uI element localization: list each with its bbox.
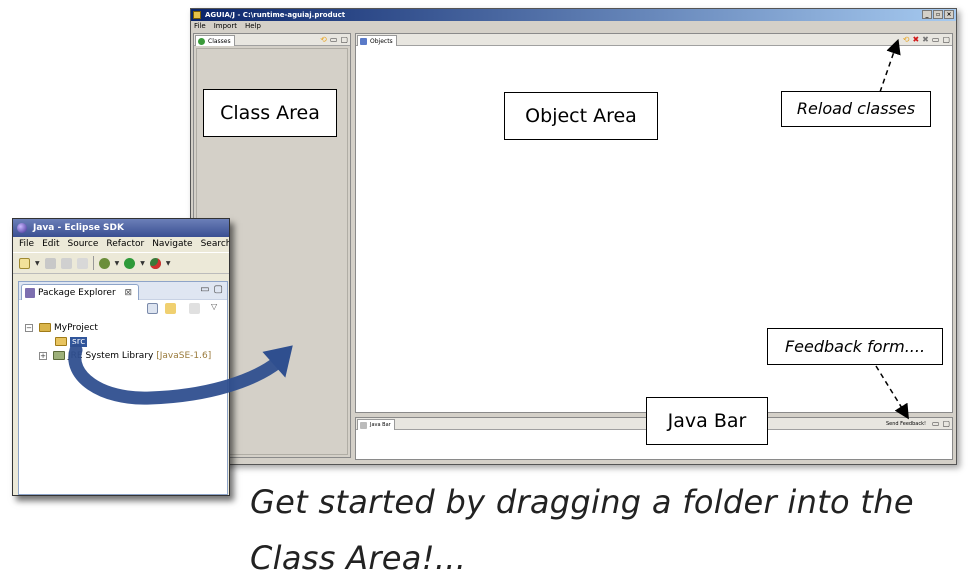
reload-icon[interactable]: ⟲ (320, 35, 327, 45)
classes-view-controls: ⟲ ▭ ▢ (320, 35, 348, 45)
delete-icon[interactable]: ✖ (912, 35, 919, 45)
menu-source[interactable]: Source (68, 237, 99, 252)
minimize-icon[interactable]: ▭ (200, 284, 209, 296)
objects-view-controls: ⟲ ✖ ✖ ▭ ▢ (903, 35, 950, 45)
debug-icon[interactable] (98, 257, 110, 269)
save-icon[interactable] (44, 257, 56, 269)
minimize-icon[interactable]: ▭ (330, 35, 338, 45)
menu-navigate[interactable]: Navigate (152, 237, 192, 252)
package-explorer-icon (25, 288, 35, 298)
chevron-down-icon[interactable]: ▼ (115, 260, 120, 267)
link-with-editor-icon[interactable] (165, 303, 176, 314)
src-label: src (70, 337, 88, 347)
new-icon[interactable] (19, 257, 30, 269)
package-explorer-tabbar: Package Explorer ⊠ ▭ ▢ (19, 282, 227, 300)
menu-import[interactable]: Import (214, 21, 237, 32)
maximize-icon[interactable]: ▢ (214, 284, 223, 296)
aguiaj-title-bar: AGUIA/J - C:\runtime-aguiaj.product _ ▫ … (191, 9, 956, 21)
minimize-icon[interactable]: ▭ (932, 35, 940, 45)
minimize-icon[interactable]: ▭ (932, 419, 940, 429)
eclipse-toolbar: ▼ ▼ ▼ ▼ (13, 252, 229, 274)
tab-package-explorer[interactable]: Package Explorer ⊠ (21, 284, 140, 300)
collapse-all-icon[interactable] (147, 303, 158, 314)
package-explorer-tab-label: Package Explorer (38, 288, 116, 298)
project-folder-icon (39, 323, 51, 332)
object-area-annotation: Object Area (504, 92, 658, 140)
print-icon[interactable] (76, 257, 88, 269)
save-all-icon[interactable] (60, 257, 72, 269)
java-bar-tab-icon (360, 422, 367, 429)
maximize-icon[interactable]: ▢ (340, 35, 348, 45)
menu-search[interactable]: Search (201, 237, 229, 252)
tab-objects[interactable]: Objects (357, 35, 397, 46)
close-icon[interactable]: ⊠ (125, 288, 133, 298)
java-bar-annotation: Java Bar (646, 397, 768, 445)
tab-java-bar[interactable]: Java Bar (357, 419, 395, 430)
restore-window-button[interactable]: ▫ (933, 10, 943, 19)
external-tools-icon[interactable] (149, 257, 161, 269)
package-explorer-view: Package Explorer ⊠ ▭ ▢ ▽ − MyProject src (18, 281, 228, 495)
menu-help[interactable]: Help (245, 21, 261, 32)
jre-library-label: JRE System Library (68, 351, 154, 361)
window-controls: _ ▫ × (922, 10, 954, 19)
menu-file[interactable]: File (19, 237, 34, 252)
expand-icon[interactable]: + (39, 352, 47, 360)
aguiaj-title-text: AGUIA/J - C:\runtime-aguiaj.product (205, 11, 346, 19)
java-bar-view-controls: ▭ ▢ (932, 419, 950, 429)
library-icon (53, 351, 65, 360)
collapse-icon[interactable]: − (25, 324, 33, 332)
tree-item-src[interactable]: src (55, 336, 88, 349)
aguiaj-menubar: File Import Help (191, 21, 956, 32)
jre-version-label: [JavaSE-1.6] (156, 351, 212, 361)
menu-file[interactable]: File (194, 21, 206, 32)
classes-tabbar: Classes ⟲ ▭ ▢ (194, 34, 350, 46)
reload-classes-annotation: Reload classes (781, 91, 931, 127)
maximize-icon[interactable]: ▢ (942, 35, 950, 45)
minimize-window-button[interactable]: _ (922, 10, 932, 19)
send-feedback-link[interactable]: Send Feedback! (886, 419, 926, 429)
eclipse-icon (17, 223, 27, 233)
chevron-down-icon[interactable]: ▼ (35, 260, 40, 267)
menu-refactor[interactable]: Refactor (106, 237, 144, 252)
classes-tab-icon (198, 38, 205, 45)
close-window-button[interactable]: × (944, 10, 954, 19)
view-menu-icon[interactable] (189, 303, 200, 314)
java-bar-tab-label: Java Bar (370, 422, 391, 428)
toolbar-divider (92, 256, 94, 270)
eclipse-title-bar: Java - Eclipse SDK (13, 219, 229, 237)
project-label: MyProject (54, 323, 98, 333)
caption: Get started by dragging a folder into th… (250, 483, 914, 577)
objects-tab-label: Objects (370, 38, 393, 45)
package-explorer-controls: ▭ ▢ (200, 284, 223, 296)
feedback-form-annotation: Feedback form.... (767, 328, 943, 365)
chevron-down-icon[interactable]: ▼ (140, 260, 145, 267)
tab-classes[interactable]: Classes (195, 35, 235, 46)
aguiaj-window: AGUIA/J - C:\runtime-aguiaj.product _ ▫ … (190, 8, 957, 465)
remove-all-icon[interactable]: ✖ (922, 35, 929, 45)
classes-tab-label: Classes (208, 38, 231, 45)
reload-icon[interactable]: ⟲ (903, 35, 910, 45)
package-explorer-toolbar: ▽ (19, 300, 227, 318)
objects-tabbar: Objects ⟲ ✖ ✖ ▭ ▢ (356, 34, 952, 46)
objects-tab-icon (360, 38, 367, 45)
app-icon (193, 11, 201, 19)
menu-edit[interactable]: Edit (42, 237, 59, 252)
eclipse-menubar: File Edit Source Refactor Navigate Searc… (13, 237, 229, 252)
chevron-down-icon[interactable]: ▼ (166, 260, 171, 267)
eclipse-window: Java - Eclipse SDK File Edit Source Refa… (12, 218, 230, 496)
folder-icon (55, 337, 67, 346)
chevron-down-icon[interactable]: ▽ (211, 302, 217, 311)
run-icon[interactable] (124, 257, 136, 269)
maximize-icon[interactable]: ▢ (942, 419, 950, 429)
eclipse-title-text: Java - Eclipse SDK (33, 223, 124, 233)
class-area-annotation: Class Area (203, 89, 337, 137)
